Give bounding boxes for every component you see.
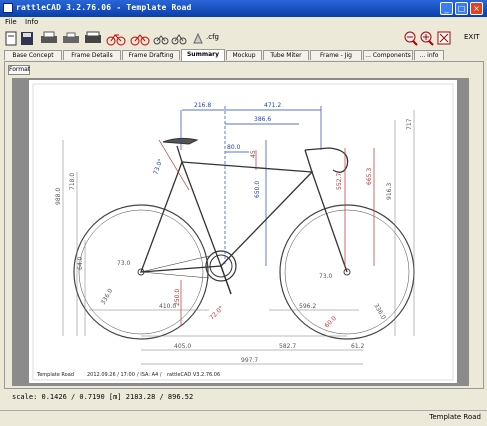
new-file-icon[interactable] — [4, 31, 18, 46]
toolbar: .cfg EXIT — [0, 29, 487, 49]
dim-bb-angle: 73.0 — [117, 260, 131, 267]
bike-drawing: 216.8 471.2 386.6 80.0 650.0 73.0° 45 55… — [32, 83, 454, 381]
status-bar: Template Road — [0, 410, 487, 426]
dim-top-short: 216.8 — [194, 102, 211, 109]
close-button[interactable]: × — [470, 2, 483, 15]
fit-view-icon[interactable] — [437, 31, 451, 46]
tab-components[interactable]: ... Components — [363, 50, 413, 60]
menu-file[interactable]: File — [5, 18, 17, 26]
dim-top-mid: 386.6 — [254, 116, 271, 123]
dim-right-top: 717 — [406, 118, 413, 130]
plot-icon[interactable] — [84, 31, 102, 46]
tab-info[interactable]: ... info — [414, 50, 444, 60]
dim-right-head: 665.3 — [366, 168, 373, 185]
dim-right-stack: 552.7 — [336, 173, 343, 190]
exit-button[interactable]: EXIT — [464, 33, 480, 41]
title-bar: rattleCAD 3.2.76.06 - Template Road _ □ … — [0, 0, 487, 17]
dim-left-mid: 718.0 — [69, 173, 76, 190]
bike-gray-icon[interactable] — [152, 31, 170, 46]
dim-saddle-x: 80.0 — [227, 144, 241, 151]
dim-wheel-left: 336.0 — [100, 287, 115, 306]
footer-name: Template Road — [36, 372, 74, 378]
tab-tube-miter[interactable]: Tube Miter — [263, 50, 309, 60]
save-icon[interactable] — [20, 31, 34, 46]
app-icon — [3, 3, 13, 13]
menu-bar: File Info — [0, 17, 487, 28]
maximize-button[interactable]: □ — [455, 2, 468, 15]
export-icon[interactable] — [62, 31, 80, 46]
print-icon[interactable] — [40, 31, 58, 46]
dim-chain-left: 410.0 — [159, 303, 176, 310]
footer-scale: / ISA: A4 / — [137, 372, 162, 378]
dim-right-outer: 916.3 — [386, 183, 393, 200]
tab-summary[interactable]: Summary — [181, 49, 225, 61]
dim-wheel-right: 336.0 — [372, 303, 387, 322]
dim-seat-height: 650.0 — [254, 181, 261, 198]
bike-red-icon[interactable] — [106, 31, 126, 46]
saddle — [162, 137, 199, 145]
dim-bottom-b: 582.7 — [279, 343, 296, 350]
tab-bar: Base Concept Frame Details Frame Draftin… — [0, 49, 487, 61]
bike-red-2-icon[interactable] — [130, 31, 150, 46]
scale-readout: scale: 0.1426 / 0.7190 [m] 2183.28 / 896… — [12, 393, 194, 401]
crankset — [140, 250, 237, 295]
menu-info[interactable]: Info — [25, 18, 38, 26]
bike-frame — [140, 145, 348, 273]
zoom-in-icon[interactable] — [420, 31, 434, 46]
cfg-icon[interactable] — [192, 31, 204, 46]
dim-left-low: 64.0 — [77, 256, 84, 270]
dim-rear-angle: 73.0 — [319, 273, 333, 280]
status-text: Template Road — [429, 413, 481, 421]
footer-app: rattleCAD V3.2.76.06 — [167, 372, 220, 378]
window-title: rattleCAD 3.2.76.06 - Template Road — [16, 3, 192, 12]
format-button[interactable]: Format — [8, 65, 30, 75]
footer-date: 2012.09.26 / 17:00 — [87, 372, 135, 378]
zoom-out-icon[interactable] — [404, 31, 418, 46]
dim-seat-angle: 73.0° — [152, 158, 164, 176]
dim-front-center: 60.0 — [323, 315, 338, 330]
tab-frame-details[interactable]: Frame Details — [63, 50, 121, 60]
cfg-label[interactable]: .cfg — [206, 33, 219, 41]
dim-left-tall: 988.0 — [55, 188, 62, 205]
dim-top-long: 471.2 — [264, 102, 281, 109]
tab-frame-jig[interactable]: Frame - Jig — [310, 50, 362, 60]
dim-bottom-c: 61.2 — [351, 343, 365, 350]
bike-outline-icon[interactable] — [170, 31, 188, 46]
dim-bottom-total: 997.7 — [241, 357, 258, 364]
dim-fork-angle: 72.0° — [208, 305, 225, 322]
dim-chain-right: 596.2 — [299, 303, 316, 310]
minimize-button[interactable]: _ — [440, 2, 453, 15]
dim-bottom-a: 405.0 — [174, 343, 191, 350]
dim-saddle-y: 45 — [250, 150, 257, 158]
drawing-sheet[interactable]: 216.8 471.2 386.6 80.0 650.0 73.0° 45 55… — [29, 80, 457, 383]
tab-base-concept[interactable]: Base Concept — [4, 50, 62, 60]
tab-mockup[interactable]: Mockup — [226, 50, 262, 60]
tab-frame-drafting[interactable]: Frame Drafting — [122, 50, 180, 60]
